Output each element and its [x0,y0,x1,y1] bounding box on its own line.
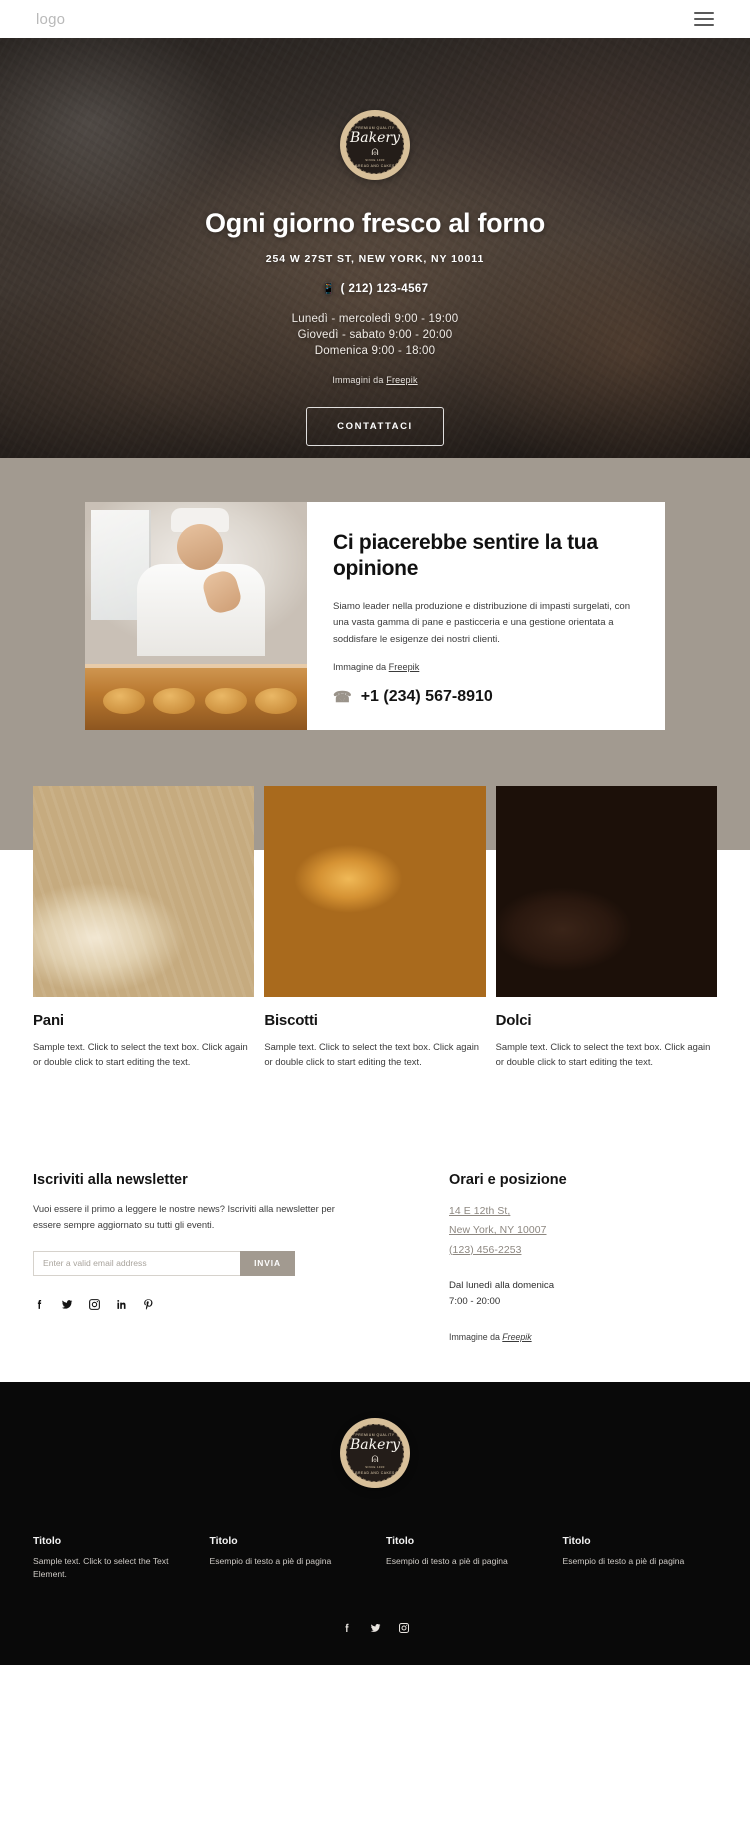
product-title: Biscotti [264,1012,318,1029]
product-text: Sample text. Click to select the text bo… [264,1041,480,1068]
newsletter-subtitle: Vuoi essere il primo a leggere le nostre… [33,1203,335,1230]
product-image-buns [264,786,486,997]
site-logo[interactable]: logo [36,11,65,28]
hero-hours-item: Lunedì - mercoledì 9:00 - 19:00 [291,313,459,325]
product-text: Sample text. Click to select the text bo… [33,1041,248,1068]
product-image-pastry [495,786,717,997]
footer-badge-bottom-text: BREAD AND CAKES [355,1471,395,1476]
twitter-icon[interactable] [60,1298,74,1311]
info-section: Iscriviti alla newsletter Vuoi essere il… [0,1150,750,1382]
hamburger-menu-icon[interactable] [694,12,714,26]
email-input[interactable] [33,1250,240,1276]
location-column: Orari e posizione 14 E 12th St, New York… [427,1172,717,1342]
address-line2-link[interactable]: New York, NY 10007 [449,1221,717,1240]
product-card[interactable]: Dolci Sample text. Click to select the t… [495,786,717,1069]
feature-card: Ci piacerebbe sentire la tua opinione Si… [85,502,665,730]
facebook-icon[interactable] [33,1298,46,1311]
footer-column-title: Titolo [209,1535,238,1547]
badge-bottom-text: BREAD AND CAKES [355,163,395,168]
feature-credit-link[interactable]: Freepik [389,662,420,672]
location-hours: Dal lunedì alla domenica 7:00 - 20:00 [449,1278,717,1310]
mobile-phone-icon: 📱 [321,283,336,295]
instagram-icon[interactable] [88,1298,101,1311]
location-image-credit: Immagine da Freepik [449,1332,717,1342]
footer-column-text: Esempio di testo a piè di pagina [209,1555,332,1566]
footer-social-links [0,1622,750,1637]
feature-title: Ci piacerebbe sentire la tua opinione [333,531,598,581]
twitter-icon[interactable] [369,1622,382,1637]
location-hours-time: 7:00 - 20:00 [449,1295,501,1307]
footer-column: Titolo Esempio di testo a piè di pagina [563,1536,718,1582]
chef-hat-icon: ⍝ [371,143,379,158]
feature-body: Siamo leader nella produzione e distribu… [333,600,631,645]
feature-band: Ci piacerebbe sentire la tua opinione Si… [0,458,750,1150]
instagram-icon[interactable] [398,1622,410,1637]
hero-image-credit: Immagini da Freepik [332,375,417,385]
product-text: Sample text. Click to select the text bo… [495,1041,711,1068]
footer-column-text: Sample text. Click to select the Text El… [33,1555,169,1580]
footer-column-text: Esempio di testo a piè di pagina [562,1555,685,1566]
subscribe-button[interactable]: INVIA [240,1250,295,1276]
footer-column: Titolo Sample text. Click to select the … [33,1536,188,1582]
footer-column-text: Esempio di testo a piè di pagina [386,1555,508,1566]
badge-top-text: PREMIUM QUALITY [355,125,395,130]
location-phone-link[interactable]: (123) 456-2253 [449,1241,717,1260]
hero-hours-item: Giovedì - sabato 9:00 - 20:00 [297,329,453,341]
page-root: logo PREMIUM QUALITY Bakery ⍝ SINCE 1930… [0,0,750,1665]
location-title: Orari e posizione [449,1172,567,1188]
footer-column-title: Titolo [386,1535,415,1547]
location-address: 14 E 12th St, New York, NY 10007 (123) 4… [449,1202,717,1260]
product-card[interactable]: Pani Sample text. Click to select the te… [33,786,255,1069]
linkedin-icon[interactable] [115,1298,128,1311]
feature-image-baker [85,502,307,730]
pinterest-icon[interactable] [142,1298,155,1311]
badge-since-text: SINCE 1930 [365,157,385,162]
product-image-bread [33,786,255,997]
footer-badge-since-text: SINCE 1930 [365,1465,385,1470]
newsletter-form: INVIA [33,1250,295,1276]
footer-column: Titolo Esempio di testo a piè di pagina [386,1536,541,1582]
address-line1-link[interactable]: 14 E 12th St, [449,1202,717,1221]
feature-credit-prefix: Immagine da [333,662,389,672]
location-credit-prefix: Immagine da [449,1331,503,1342]
hero-phone[interactable]: 📱 ( 212) 123-4567 [321,282,429,296]
badge-name: Bakery [349,129,400,146]
hero-title: Ogni giorno fresco al forno [205,208,545,238]
feature-phone[interactable]: ☎ +1 (234) 567-8910 [333,688,635,706]
footer-bakery-badge: PREMIUM QUALITY Bakery ⍝ SINCE 1930 BREA… [340,1417,410,1488]
product-title: Pani [33,1012,64,1029]
hero-section: PREMIUM QUALITY Bakery ⍝ SINCE 1930 BREA… [0,38,750,458]
feature-phone-number: +1 (234) 567-8910 [360,688,493,705]
hero-hours-list: Lunedì - mercoledì 9:00 - 19:00 Giovedì … [292,313,459,357]
product-card[interactable]: Biscotti Sample text. Click to select th… [264,786,486,1069]
product-cards-section: Pani Sample text. Click to select the te… [0,730,750,1150]
hero-credit-link[interactable]: Freepik [386,375,417,385]
social-links [33,1298,363,1311]
footer-column-title: Titolo [562,1535,591,1547]
hero-address: 254 W 27ST ST, NEW YORK, NY 10011 [265,253,485,265]
hero-bakery-badge: PREMIUM QUALITY Bakery ⍝ SINCE 1930 BREA… [340,110,410,180]
feature-image-credit: Immagine da Freepik [333,662,635,672]
product-title: Dolci [495,1012,532,1029]
phone-icon: ☎ [333,689,352,706]
location-credit-link[interactable]: Freepik [502,1332,531,1342]
hero-hours-item: Domenica 9:00 - 18:00 [314,345,436,357]
footer-column-title: Titolo [33,1535,62,1547]
newsletter-title: Iscriviti alla newsletter [33,1172,188,1188]
chef-hat-icon: ⍝ [371,1451,379,1466]
footer-columns: Titolo Sample text. Click to select the … [0,1536,750,1582]
footer-badge-name: Bakery [349,1437,400,1454]
location-hours-days: Dal lunedì alla domenica [449,1279,555,1291]
site-footer: PREMIUM QUALITY Bakery ⍝ SINCE 1930 BREA… [0,1381,750,1665]
site-header: logo [0,0,750,38]
facebook-icon[interactable] [341,1622,353,1637]
footer-column: Titolo Esempio di testo a piè di pagina [210,1536,365,1582]
contact-button[interactable]: CONTATTACI [306,407,444,446]
newsletter-column: Iscriviti alla newsletter Vuoi essere il… [33,1172,363,1342]
hero-phone-number: ( 212) 123-4567 [340,282,429,295]
hero-credit-prefix: Immagini da [332,375,387,385]
